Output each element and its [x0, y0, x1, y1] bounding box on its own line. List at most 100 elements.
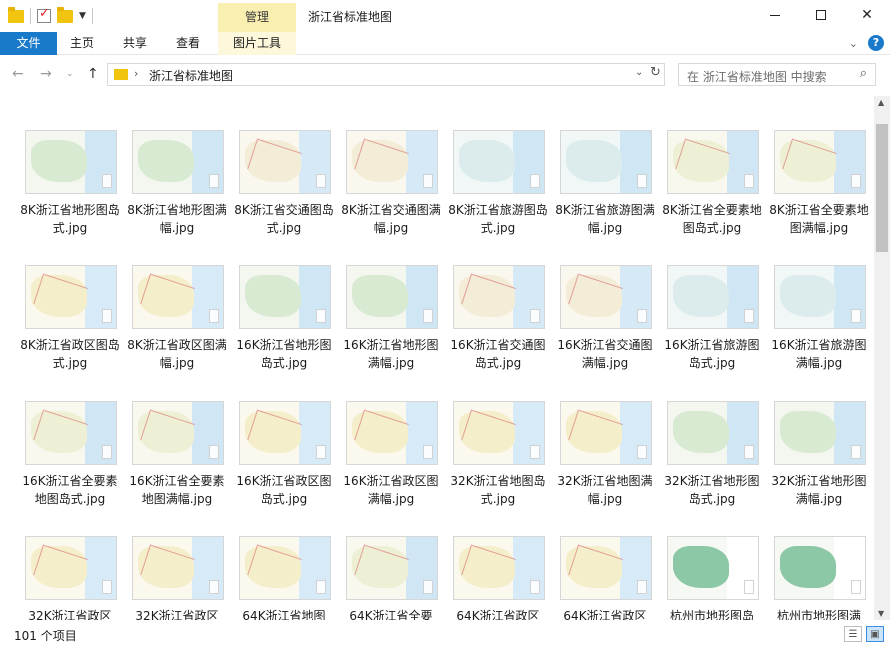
tab-file[interactable]: 文件 [0, 32, 57, 55]
scrollbar-thumb[interactable] [876, 124, 888, 252]
thumbnail-land [352, 274, 409, 317]
file-item[interactable]: 16K浙江省旅游图满幅.jpg [767, 265, 871, 395]
address-bar[interactable]: › 浙江省标准地图 ⌄ ↻ [107, 63, 665, 86]
file-item[interactable]: 32K浙江省政区 [18, 536, 122, 620]
customize-toolbar-icon[interactable]: ▼ [79, 11, 86, 21]
file-item[interactable]: 16K浙江省旅游图岛式.jpg [660, 265, 764, 395]
thumbnail-legend [208, 174, 220, 189]
thumbnail-legend [315, 174, 327, 189]
address-dropdown-icon[interactable]: ⌄ [635, 67, 643, 78]
thumbnail-land [245, 274, 302, 317]
breadcrumb-separator-icon[interactable]: › [134, 67, 138, 80]
breadcrumb-current-folder[interactable]: 浙江省标准地图 [149, 67, 233, 84]
file-item[interactable]: 16K浙江省政区图岛式.jpg [232, 401, 336, 531]
scroll-up-icon[interactable]: ▲ [878, 98, 884, 107]
back-arrow-icon[interactable]: ← [12, 66, 24, 82]
file-item[interactable]: 8K浙江省交通图岛式.jpg [232, 130, 336, 260]
thumbnail-land [780, 274, 837, 317]
maximize-button[interactable] [798, 0, 844, 30]
large-icons-view-icon[interactable]: ▣ [866, 626, 884, 642]
expand-ribbon-icon[interactable]: ⌄ [849, 37, 858, 50]
new-folder-icon[interactable] [57, 6, 73, 23]
file-name: 16K浙江省交通图满幅.jpg [557, 338, 653, 370]
file-name: 16K浙江省全要素地图满幅.jpg [129, 474, 225, 506]
file-item[interactable]: 16K浙江省地形图满幅.jpg [339, 265, 443, 395]
folder-icon [114, 69, 128, 80]
thumbnail-land [459, 139, 516, 182]
file-item[interactable]: 杭州市地形图岛 [660, 536, 764, 620]
details-view-icon[interactable]: ☰ [844, 626, 862, 642]
file-item[interactable]: 8K浙江省地形图满幅.jpg [125, 130, 229, 260]
thumbnail-land [138, 139, 195, 182]
recent-locations-icon[interactable]: ⌄ [66, 69, 74, 79]
thumbnail-land [566, 139, 623, 182]
search-icon[interactable]: ⌕ [860, 66, 867, 81]
file-name: 杭州市地形图满 [776, 609, 861, 620]
file-item[interactable]: 8K浙江省全要素地图满幅.jpg [767, 130, 871, 260]
file-item[interactable]: 32K浙江省地图满幅.jpg [553, 401, 657, 531]
file-item[interactable]: 16K浙江省交通图满幅.jpg [553, 265, 657, 395]
search-input[interactable]: 在 浙江省标准地图 中搜索 ⌕ [678, 63, 876, 86]
file-item[interactable]: 32K浙江省地形图岛式.jpg [660, 401, 764, 531]
thumbnail-legend [422, 309, 434, 324]
refresh-icon[interactable]: ↻ [650, 65, 661, 80]
thumbnail-legend [743, 174, 755, 189]
file-name: 32K浙江省地图满幅.jpg [557, 474, 653, 506]
properties-icon[interactable] [37, 6, 51, 23]
file-item[interactable]: 8K浙江省政区图满幅.jpg [125, 265, 229, 395]
file-item[interactable]: 8K浙江省旅游图满幅.jpg [553, 130, 657, 260]
forward-arrow-icon[interactable]: → [40, 66, 52, 82]
close-button[interactable]: ✕ [844, 0, 890, 30]
tab-home[interactable]: 主页 [70, 32, 94, 55]
file-item[interactable]: 64K浙江省地图 [232, 536, 336, 620]
file-item[interactable]: 16K浙江省全要素地图岛式.jpg [18, 401, 122, 531]
map-thumbnail [346, 536, 438, 600]
file-name: 8K浙江省全要素地图岛式.jpg [662, 203, 762, 235]
file-item[interactable]: 8K浙江省旅游图岛式.jpg [446, 130, 550, 260]
file-item[interactable]: 8K浙江省交通图满幅.jpg [339, 130, 443, 260]
file-name: 64K浙江省政区 [563, 609, 647, 620]
map-thumbnail [132, 536, 224, 600]
file-item[interactable]: 64K浙江省全要 [339, 536, 443, 620]
file-name: 16K浙江省旅游图满幅.jpg [771, 338, 867, 370]
status-bar: 101 个项目 ☰ ▣ [0, 622, 890, 647]
help-icon[interactable]: ? [868, 35, 884, 51]
file-item[interactable]: 32K浙江省政区 [125, 536, 229, 620]
file-name: 8K浙江省地形图满幅.jpg [127, 203, 227, 235]
tab-picture-tools[interactable]: 图片工具 [218, 32, 296, 55]
file-item[interactable]: 64K浙江省政区 [446, 536, 550, 620]
file-item[interactable]: 16K浙江省地形图岛式.jpg [232, 265, 336, 395]
file-name: 16K浙江省地形图满幅.jpg [343, 338, 439, 370]
map-thumbnail [239, 265, 331, 329]
file-item[interactable]: 64K浙江省政区 [553, 536, 657, 620]
file-item[interactable]: 8K浙江省政区图岛式.jpg [18, 265, 122, 395]
manage-context-label: 管理 [218, 3, 296, 32]
minimize-button[interactable] [752, 0, 798, 30]
map-thumbnail [132, 130, 224, 194]
map-thumbnail [132, 401, 224, 465]
thumbnail-land [673, 274, 730, 317]
file-item[interactable]: 32K浙江省地图岛式.jpg [446, 401, 550, 531]
window-title: 浙江省标准地图 [308, 10, 393, 24]
maximize-icon [816, 10, 826, 20]
file-item[interactable]: 杭州市地形图满 [767, 536, 871, 620]
file-item[interactable]: 16K浙江省交通图岛式.jpg [446, 265, 550, 395]
folder-icon[interactable] [8, 6, 24, 23]
file-name: 16K浙江省交通图岛式.jpg [450, 338, 546, 370]
file-item[interactable]: 16K浙江省政区图满幅.jpg [339, 401, 443, 531]
tab-share[interactable]: 共享 [123, 32, 147, 55]
map-thumbnail [25, 130, 117, 194]
thumbnail-legend [422, 174, 434, 189]
file-name: 8K浙江省旅游图满幅.jpg [555, 203, 655, 235]
scroll-down-icon[interactable]: ▼ [878, 609, 884, 618]
tab-view[interactable]: 查看 [176, 32, 200, 55]
up-arrow-icon[interactable]: ↑ [87, 66, 99, 82]
file-item[interactable]: 16K浙江省全要素地图满幅.jpg [125, 401, 229, 531]
thumbnail-legend [636, 580, 648, 595]
vertical-scrollbar[interactable]: ▲ ▼ [874, 96, 890, 620]
thumbnail-legend [101, 445, 113, 460]
file-item[interactable]: 8K浙江省地形图岛式.jpg [18, 130, 122, 260]
file-item[interactable]: 32K浙江省地形图满幅.jpg [767, 401, 871, 531]
thumbnail-legend [743, 445, 755, 460]
file-item[interactable]: 8K浙江省全要素地图岛式.jpg [660, 130, 764, 260]
